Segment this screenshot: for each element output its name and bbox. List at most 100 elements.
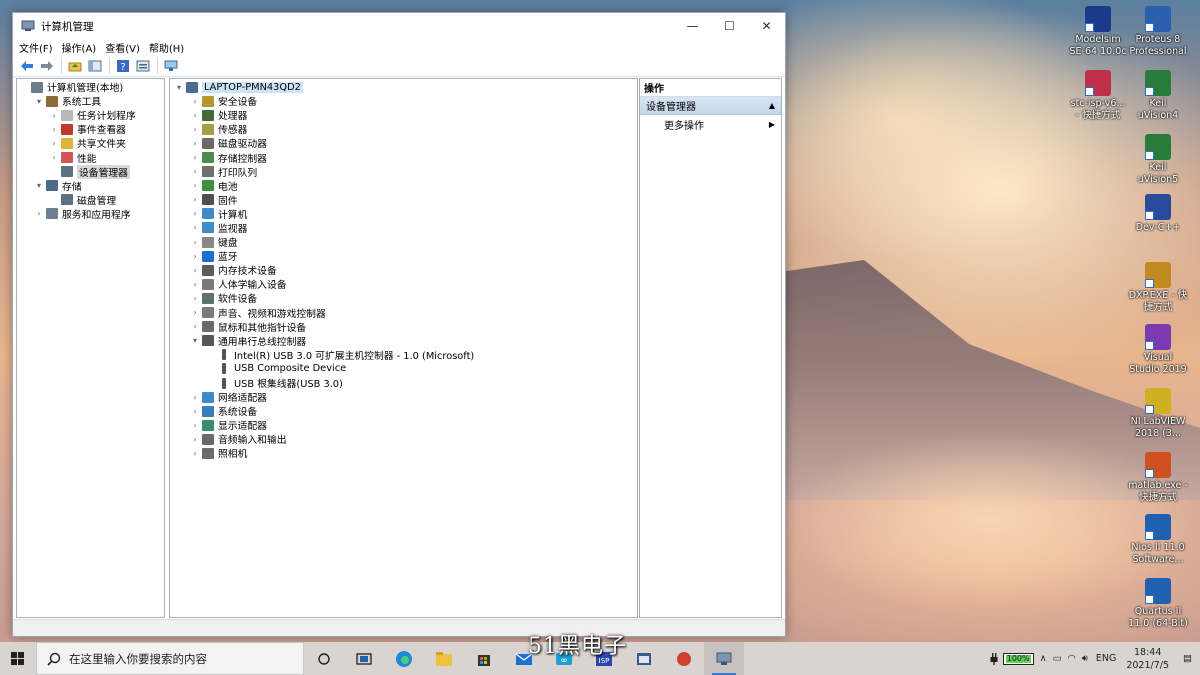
back-button[interactable] <box>19 58 35 74</box>
actions-section-device-manager[interactable]: 设备管理器 ▲ <box>640 97 781 115</box>
chevron-right-icon[interactable]: › <box>49 153 59 162</box>
device-tree-item[interactable]: USB Composite Device <box>170 362 637 376</box>
menu-action[interactable]: 操作(A) <box>62 40 97 55</box>
device-tree-item[interactable]: › 软件设备 <box>170 291 637 305</box>
show-hide-tree-button[interactable] <box>87 58 103 74</box>
menu-view[interactable]: 查看(V) <box>105 40 140 55</box>
device-tree-item[interactable]: › 网络适配器 <box>170 390 637 404</box>
cortana-button[interactable] <box>304 642 344 675</box>
menu-file[interactable]: 文件(F) <box>19 40 53 55</box>
device-tree-item[interactable]: › 电池 <box>170 179 637 193</box>
volume-icon[interactable]: 🔊︎ <box>1082 653 1088 664</box>
device-tree-item[interactable]: › 磁盘驱动器 <box>170 136 637 150</box>
tree-item[interactable]: › 共享文件夹 <box>17 136 164 150</box>
chevron-down-icon[interactable]: ▾ <box>34 181 44 190</box>
desktop-shortcut[interactable]: Visual Studio 2019 <box>1128 324 1188 376</box>
console-tree-pane[interactable]: 计算机管理(本地) ▾ 系统工具 › 任务计划程序 › 事件查看器 › 共享文件夹 › 性能 设备管理… <box>16 78 165 618</box>
chevron-right-icon[interactable]: › <box>190 111 200 120</box>
chevron-right-icon[interactable]: › <box>190 181 200 190</box>
chevron-right-icon[interactable]: › <box>190 209 200 218</box>
chevron-right-icon[interactable]: › <box>190 153 200 162</box>
desktop-shortcut[interactable]: NI LabVIEW 2018 (3... <box>1128 388 1188 440</box>
help-button[interactable]: ? <box>115 58 131 74</box>
desktop-shortcut[interactable]: Keil uVision4 <box>1128 70 1188 122</box>
chevron-right-icon[interactable]: › <box>190 266 200 275</box>
chevron-right-icon[interactable]: › <box>49 139 59 148</box>
more-actions-item[interactable]: 更多操作 ▶ <box>640 115 781 133</box>
chevron-right-icon[interactable]: › <box>190 435 200 444</box>
chevron-right-icon[interactable]: › <box>190 449 200 458</box>
properties-button[interactable] <box>135 58 151 74</box>
notification-icon[interactable]: ▭ <box>1053 653 1062 664</box>
desktop-shortcut[interactable]: Proteus 8 Professional <box>1128 6 1188 58</box>
chevron-up-icon[interactable]: ∧ <box>1040 653 1047 664</box>
device-tree-item[interactable]: › 蓝牙 <box>170 249 637 263</box>
menu-help[interactable]: 帮助(H) <box>149 40 184 55</box>
task-view-button[interactable] <box>344 642 384 675</box>
device-tree-item[interactable]: Intel(R) USB 3.0 可扩展主机控制器 - 1.0 (Microso… <box>170 348 637 362</box>
taskbar-app-3[interactable] <box>664 642 704 675</box>
chevron-right-icon[interactable]: › <box>190 97 200 106</box>
tree-item[interactable]: 计算机管理(本地) <box>17 80 164 94</box>
close-button[interactable]: ✕ <box>748 13 785 39</box>
desktop-shortcut[interactable]: Nios II 11.0 Software... <box>1128 514 1188 566</box>
desktop-shortcut[interactable]: Quartus II 11.0 (64-Bit) <box>1128 578 1188 630</box>
taskbar-search-box[interactable]: 在这里输入你要搜索的内容 <box>36 642 304 675</box>
tree-item[interactable]: ▾ 存储 <box>17 179 164 193</box>
device-tree-item[interactable]: › 音频输入和输出 <box>170 432 637 446</box>
taskbar-app-2[interactable] <box>624 642 664 675</box>
device-tree-pane[interactable]: ▾ LAPTOP-PMN43QD2 › 安全设备 › 处理器 › 传感器 › 磁盘驱动器 › 存储控制… <box>169 78 638 618</box>
action-center-icon[interactable]: ▤ <box>1183 653 1192 664</box>
language-indicator[interactable]: ENG <box>1096 653 1116 664</box>
desktop-shortcut[interactable]: matlab.exe - 快捷方式 <box>1128 452 1188 504</box>
device-tree-item[interactable]: › 键盘 <box>170 235 637 249</box>
chevron-right-icon[interactable]: › <box>190 308 200 317</box>
chevron-right-icon[interactable]: › <box>190 223 200 232</box>
start-button[interactable] <box>0 642 36 675</box>
chevron-right-icon[interactable]: › <box>190 125 200 134</box>
device-tree-item[interactable]: › 打印队列 <box>170 165 637 179</box>
taskbar-computer-management[interactable] <box>704 642 744 675</box>
chevron-down-icon[interactable]: ▾ <box>174 83 184 92</box>
device-tree-item[interactable]: › 声音、视频和游戏控制器 <box>170 306 637 320</box>
up-level-button[interactable] <box>67 58 83 74</box>
tree-item[interactable]: ▾ 系统工具 <box>17 94 164 108</box>
chevron-down-icon[interactable]: ▾ <box>190 336 200 345</box>
device-tree-item[interactable]: › 内存技术设备 <box>170 263 637 277</box>
desktop-shortcut[interactable]: stc-isp-v6... - 快捷方式 <box>1068 70 1128 122</box>
device-tree-item[interactable]: › 显示适配器 <box>170 418 637 432</box>
chevron-right-icon[interactable]: › <box>190 280 200 289</box>
clock[interactable]: 18:44 2021/7/5 <box>1126 646 1169 672</box>
device-tree-item[interactable]: › 固件 <box>170 193 637 207</box>
device-tree-item[interactable]: › 照相机 <box>170 446 637 460</box>
device-tree-item[interactable]: ▾ 通用串行总线控制器 <box>170 334 637 348</box>
title-bar[interactable]: 计算机管理 — ☐ ✕ <box>13 13 785 39</box>
tree-item[interactable]: 磁盘管理 <box>17 193 164 207</box>
tree-item[interactable]: 设备管理器 <box>17 164 164 179</box>
maximize-button[interactable]: ☐ <box>711 13 748 39</box>
desktop-shortcut[interactable]: Modelsim SE-64 10.0c <box>1068 6 1128 58</box>
chevron-right-icon[interactable]: › <box>49 111 59 120</box>
device-tree-item[interactable]: › 传感器 <box>170 122 637 136</box>
device-tree-item[interactable]: › 处理器 <box>170 108 637 122</box>
chevron-right-icon[interactable]: › <box>190 421 200 430</box>
plug-icon[interactable] <box>989 652 999 666</box>
chevron-right-icon[interactable]: › <box>190 294 200 303</box>
chevron-right-icon[interactable]: › <box>190 238 200 247</box>
tree-item[interactable]: › 性能 <box>17 150 164 165</box>
desktop-shortcut[interactable]: DXP.EXE - 快捷方式 <box>1128 262 1188 314</box>
device-tree-item[interactable]: › 鼠标和其他指针设备 <box>170 320 637 334</box>
tree-item[interactable]: › 任务计划程序 <box>17 108 164 122</box>
desktop-shortcut[interactable]: Dev-C++ <box>1128 194 1188 234</box>
chevron-right-icon[interactable]: › <box>190 393 200 402</box>
wifi-icon[interactable]: ◠ <box>1068 653 1076 664</box>
device-tree-item[interactable]: › 系统设备 <box>170 404 637 418</box>
desktop-shortcut[interactable]: Keil uVision5 <box>1128 134 1188 186</box>
battery-indicator[interactable]: 100% <box>1002 652 1034 665</box>
chevron-right-icon[interactable]: › <box>190 407 200 416</box>
device-tree-item[interactable]: › 计算机 <box>170 207 637 221</box>
device-tree-item[interactable]: ▾ LAPTOP-PMN43QD2 <box>170 80 637 94</box>
chevron-down-icon[interactable]: ▾ <box>34 97 44 106</box>
taskbar-store[interactable] <box>464 642 504 675</box>
device-tree-item[interactable]: › 监视器 <box>170 221 637 235</box>
